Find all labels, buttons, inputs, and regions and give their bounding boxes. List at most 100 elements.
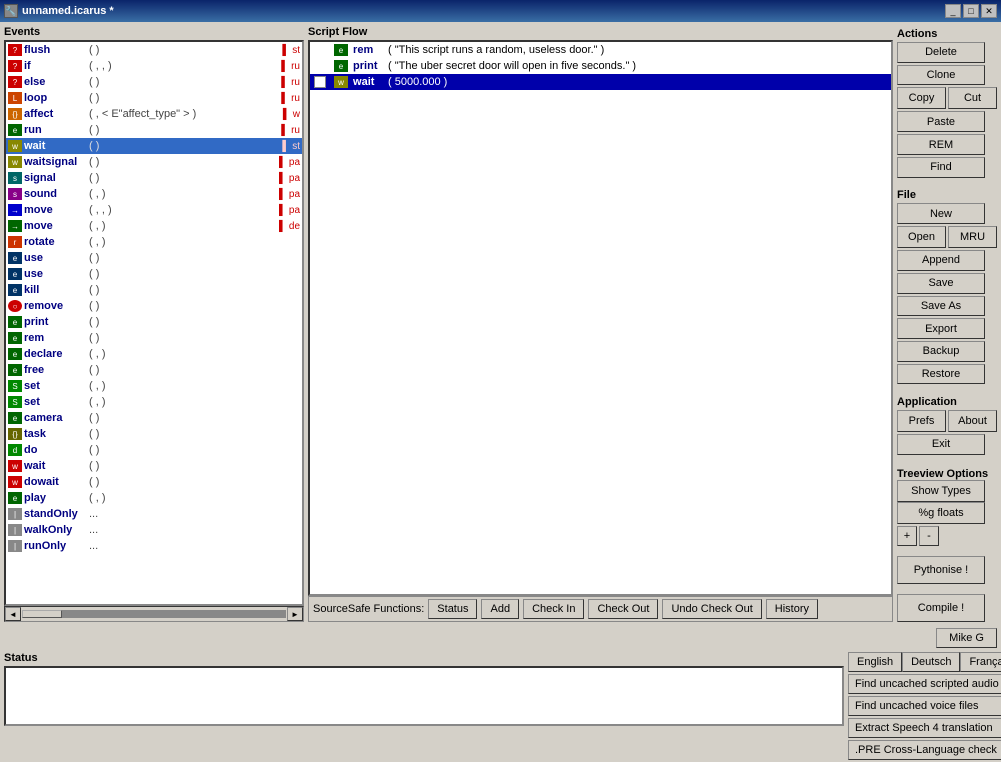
event-row[interactable]: w wait ( ) bbox=[6, 458, 302, 474]
event-row[interactable]: e run ( ) ▌ ru bbox=[6, 122, 302, 138]
event-row[interactable]: | standOnly ... bbox=[6, 506, 302, 522]
event-name: set bbox=[24, 396, 89, 408]
event-params: ( ) bbox=[89, 316, 99, 328]
compile-button[interactable]: Compile ! bbox=[897, 594, 985, 622]
events-list-container[interactable]: ? flush ( ) ▌ st ? if ( , , ) ▌ ru ? els… bbox=[4, 40, 304, 606]
event-row[interactable]: e use ( ) bbox=[6, 266, 302, 282]
event-name: free bbox=[24, 364, 89, 376]
append-button[interactable]: Append bbox=[897, 250, 985, 271]
cut-button[interactable]: Cut bbox=[948, 87, 997, 109]
right-panel: Actions Delete Clone Copy Cut Paste REM … bbox=[897, 26, 997, 622]
event-icon: e bbox=[8, 412, 22, 424]
close-button[interactable]: ✕ bbox=[981, 4, 997, 18]
backup-button[interactable]: Backup bbox=[897, 341, 985, 362]
minus-button[interactable]: - bbox=[919, 526, 939, 546]
event-icon: e bbox=[8, 284, 22, 296]
event-row[interactable]: e free ( ) bbox=[6, 362, 302, 378]
show-types-button[interactable]: Show Types bbox=[897, 480, 985, 502]
event-row[interactable]: | walkOnly ... bbox=[6, 522, 302, 538]
event-row[interactable]: S set ( , ) bbox=[6, 394, 302, 410]
event-row[interactable]: d do ( ) bbox=[6, 442, 302, 458]
script-row[interactable]: e rem ( "This script runs a random, usel… bbox=[310, 42, 891, 58]
find-uncached-voice-button[interactable]: Find uncached voice files bbox=[848, 696, 1001, 716]
restore-button[interactable]: Restore bbox=[897, 364, 985, 385]
event-params: ( , < E"affect_type" > ) bbox=[89, 108, 196, 120]
event-row[interactable]: → move ( , , ) ▌ pa bbox=[6, 202, 302, 218]
plus-button[interactable]: + bbox=[897, 526, 917, 546]
event-params: ( ) bbox=[89, 332, 99, 344]
window-title: unnamed.icarus * bbox=[22, 5, 941, 17]
scroll-thumb[interactable] bbox=[22, 610, 62, 618]
francais-button[interactable]: Français bbox=[960, 652, 1001, 672]
event-row[interactable]: e kill ( ) bbox=[6, 282, 302, 298]
script-flow-container[interactable]: e rem ( "This script runs a random, usel… bbox=[308, 40, 893, 596]
new-button[interactable]: New bbox=[897, 203, 985, 224]
event-row[interactable]: ? if ( , , ) ▌ ru bbox=[6, 58, 302, 74]
events-scrollbar[interactable]: ◄ ► bbox=[4, 606, 304, 622]
delete-button[interactable]: Delete bbox=[897, 42, 985, 63]
check-in-button[interactable]: Check In bbox=[523, 599, 584, 619]
event-row[interactable]: e camera ( ) bbox=[6, 410, 302, 426]
event-row[interactable]: e rem ( ) bbox=[6, 330, 302, 346]
exit-button[interactable]: Exit bbox=[897, 434, 985, 455]
scroll-track[interactable] bbox=[22, 610, 286, 618]
save-as-button[interactable]: Save As bbox=[897, 296, 985, 317]
event-icon: e bbox=[8, 252, 22, 264]
event-row[interactable]: ○ remove ( ) bbox=[6, 298, 302, 314]
event-row[interactable]: e play ( , ) bbox=[6, 490, 302, 506]
scroll-left-btn[interactable]: ◄ bbox=[5, 607, 21, 621]
event-row[interactable]: e declare ( , ) bbox=[6, 346, 302, 362]
pre-cross-language-button[interactable]: .PRE Cross-Language check bbox=[848, 740, 1001, 760]
paste-button[interactable]: Paste bbox=[897, 111, 985, 132]
event-row[interactable]: {} affect ( , < E"affect_type" > ) ▌ w bbox=[6, 106, 302, 122]
check-out-button[interactable]: Check Out bbox=[588, 599, 658, 619]
maximize-button[interactable]: □ bbox=[963, 4, 979, 18]
sep2 bbox=[897, 386, 997, 392]
minimize-button[interactable]: _ bbox=[945, 4, 961, 18]
find-uncached-audio-button[interactable]: Find uncached scripted audio bbox=[848, 674, 1001, 694]
event-row[interactable]: s signal ( ) ▌ pa bbox=[6, 170, 302, 186]
event-row[interactable]: {} task ( ) bbox=[6, 426, 302, 442]
copy-button[interactable]: Copy bbox=[897, 87, 946, 109]
history-button[interactable]: History bbox=[766, 599, 818, 619]
mru-button[interactable]: MRU bbox=[948, 226, 997, 248]
user-button[interactable]: Mike G bbox=[936, 628, 997, 648]
script-row[interactable]: e print ( "The uber secret door will ope… bbox=[310, 58, 891, 74]
event-row[interactable]: | runOnly ... bbox=[6, 538, 302, 554]
extract-speech-button[interactable]: Extract Speech 4 translation bbox=[848, 718, 1001, 738]
event-row[interactable]: ? flush ( ) ▌ st bbox=[6, 42, 302, 58]
event-row[interactable]: s sound ( , ) ▌ pa bbox=[6, 186, 302, 202]
script-row[interactable]: - w wait ( 5000.000 ) bbox=[310, 74, 891, 90]
pythonise-button[interactable]: Pythonise ! bbox=[897, 556, 985, 584]
script-args: ( 5000.000 ) bbox=[388, 76, 447, 88]
event-row[interactable]: → move ( , ) ▌ de bbox=[6, 218, 302, 234]
event-row[interactable]: r rotate ( , ) bbox=[6, 234, 302, 250]
save-button[interactable]: Save bbox=[897, 273, 985, 294]
event-row[interactable]: w dowait ( ) bbox=[6, 474, 302, 490]
pct-g-floats-button[interactable]: %g floats bbox=[897, 502, 985, 524]
rem-button[interactable]: REM bbox=[897, 134, 985, 155]
event-row[interactable]: L loop ( ) ▌ ru bbox=[6, 90, 302, 106]
export-button[interactable]: Export bbox=[897, 318, 985, 339]
prefs-button[interactable]: Prefs bbox=[897, 410, 946, 432]
add-button[interactable]: Add bbox=[481, 599, 519, 619]
event-row[interactable]: w wait ( ) ▌ st bbox=[6, 138, 302, 154]
event-row[interactable]: w waitsignal ( ) ▌ pa bbox=[6, 154, 302, 170]
event-row[interactable]: S set ( , ) bbox=[6, 378, 302, 394]
event-row[interactable]: e print ( ) bbox=[6, 314, 302, 330]
event-row[interactable]: e use ( ) bbox=[6, 250, 302, 266]
scroll-right-btn[interactable]: ► bbox=[287, 607, 303, 621]
event-icon: e bbox=[8, 332, 22, 344]
undo-check-out-button[interactable]: Undo Check Out bbox=[662, 599, 761, 619]
clone-button[interactable]: Clone bbox=[897, 65, 985, 86]
tree-expand[interactable]: - bbox=[314, 76, 326, 88]
event-params: ( ) bbox=[89, 476, 99, 488]
event-row[interactable]: ? else ( ) ▌ ru bbox=[6, 74, 302, 90]
about-button[interactable]: About bbox=[948, 410, 997, 432]
status-button[interactable]: Status bbox=[428, 599, 477, 619]
deutsch-button[interactable]: Deutsch bbox=[902, 652, 960, 672]
english-button[interactable]: English bbox=[848, 652, 902, 672]
event-icon: ? bbox=[8, 44, 22, 56]
find-button[interactable]: Find bbox=[897, 157, 985, 178]
open-button[interactable]: Open bbox=[897, 226, 946, 248]
